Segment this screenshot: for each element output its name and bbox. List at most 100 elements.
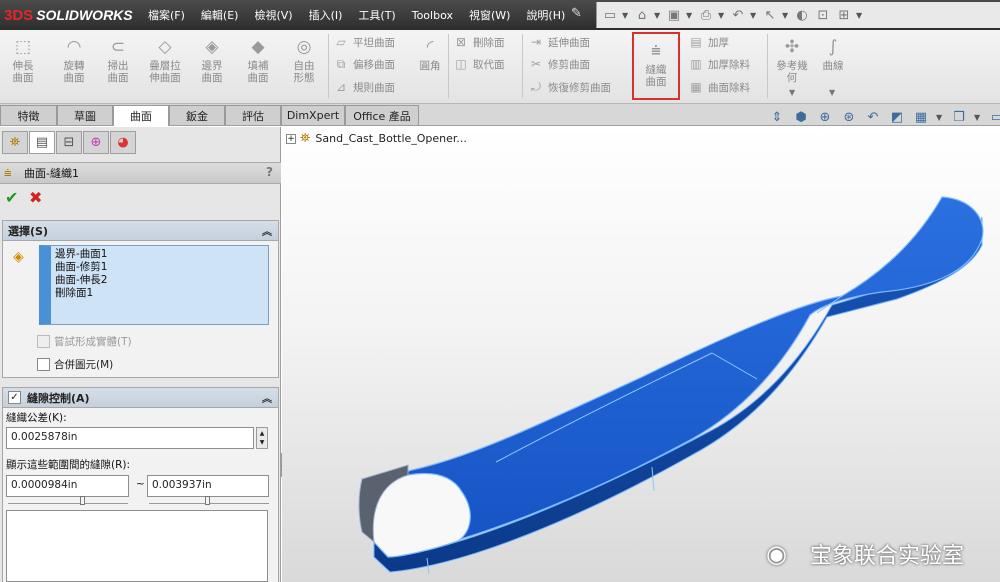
boundary-surface-button[interactable]: ◈ 邊界曲面 xyxy=(195,30,229,102)
surface-cut-button[interactable]: ▦ 曲面除料 xyxy=(688,77,750,97)
ok-button[interactable]: ✔ xyxy=(5,188,18,207)
undo-icon[interactable]: ↶ xyxy=(729,6,747,24)
chevron-down-icon[interactable]: ▼ xyxy=(974,113,982,122)
extruded-surface-button[interactable]: ⬚ 伸長曲面 xyxy=(6,30,40,102)
tab-surfaces[interactable]: 曲面 xyxy=(113,105,169,126)
zoom-to-fit-icon[interactable]: ⊕ xyxy=(816,108,834,126)
gap-control-checkbox[interactable]: ✓ xyxy=(8,391,21,404)
cancel-button[interactable]: ✖ xyxy=(29,188,42,207)
merge-entities-option[interactable]: 合併圖元(M) xyxy=(37,356,113,372)
dimxpert-manager-tab[interactable]: ⊕ xyxy=(83,131,109,154)
new-document-icon[interactable]: ▭ xyxy=(601,6,619,24)
planar-surface-button[interactable]: ▱ 平坦曲面 xyxy=(333,32,395,52)
menu-edit[interactable]: 編輯(E) xyxy=(193,7,247,23)
lofted-surface-button[interactable]: ◇ 疊層拉伸曲面 xyxy=(145,30,185,102)
merge-entities-checkbox[interactable] xyxy=(37,357,50,371)
menu-file[interactable]: 檔案(F) xyxy=(140,7,193,23)
revolved-surface-button[interactable]: ◠ 旋轉曲面 xyxy=(57,30,91,102)
thickened-cut-button[interactable]: ▥ 加厚除料 xyxy=(688,54,750,74)
chevron-down-icon[interactable]: ▼ xyxy=(654,11,662,20)
gap-list[interactable] xyxy=(6,510,268,582)
list-item[interactable]: 曲面-伸長2 xyxy=(55,274,268,287)
pin-icon[interactable]: ✎ xyxy=(571,6,582,21)
thicken-button[interactable]: ▤ 加厚 xyxy=(688,32,729,52)
chevron-down-icon[interactable]: ▼ xyxy=(622,11,630,20)
open-folder-icon[interactable]: ⌂ xyxy=(633,6,651,24)
chevron-down-icon[interactable]: ▼ xyxy=(782,11,790,20)
chevron-down-icon[interactable]: ▼ xyxy=(718,11,726,20)
tab-evaluate[interactable]: 評估 xyxy=(225,105,281,125)
ruled-surface-button[interactable]: ⊿ 規則曲面 xyxy=(333,77,395,97)
swept-surface-button[interactable]: ⊂ 掃出曲面 xyxy=(101,30,135,102)
tab-office-products[interactable]: Office 產品 xyxy=(345,105,419,125)
collapse-icon[interactable]: ︽ xyxy=(262,390,272,405)
freeform-button[interactable]: ◎ 自由形態 xyxy=(286,30,322,102)
spin-up-icon[interactable]: ▲ xyxy=(260,429,265,438)
tab-features[interactable]: 特徵 xyxy=(0,105,57,125)
display-style-icon[interactable]: ⬢ xyxy=(792,108,810,126)
gap-min-slider-thumb[interactable] xyxy=(80,496,85,505)
tolerance-spinner[interactable]: ▲ ▼ xyxy=(256,427,268,449)
chevron-down-icon[interactable]: ▼ xyxy=(856,11,864,20)
selected-surfaces-list[interactable]: 邊界-曲面1 曲面-修剪1 曲面-伸長2 刪除面1 xyxy=(39,245,269,325)
chevron-down-icon[interactable]: ▼ xyxy=(686,11,694,20)
tab-dimxpert[interactable]: DimXpert xyxy=(281,105,345,125)
previous-view-icon[interactable]: ↶ xyxy=(864,108,882,126)
graphics-area[interactable]: + ⛯ Sand_Cast_Bottle_Opener... ◉ 宝象联合实验室 xyxy=(282,127,1000,582)
selections-group-header[interactable]: 選擇(S) ︽ xyxy=(3,221,278,241)
display-manager-tab[interactable]: ◕ xyxy=(110,131,136,154)
zoom-to-area-icon[interactable]: ⊛ xyxy=(840,108,858,126)
trim-surface-button[interactable]: ✂ 修剪曲面 xyxy=(528,54,590,74)
bottle-opener-model[interactable] xyxy=(282,127,1000,582)
section-view-icon[interactable]: ◩ xyxy=(888,108,906,126)
tab-sketch[interactable]: 草圖 xyxy=(57,105,113,125)
options-icon[interactable]: ⊞ xyxy=(835,6,853,24)
try-form-solid-option[interactable]: 嘗試形成實體(T) xyxy=(37,333,132,349)
delete-face-button[interactable]: ⊠ 刪除面 xyxy=(453,32,505,52)
chevron-down-icon[interactable]: ▼ xyxy=(936,113,944,122)
menu-view[interactable]: 檢視(V) xyxy=(246,7,300,23)
spin-down-icon[interactable]: ▼ xyxy=(260,438,265,447)
knit-tolerance-input[interactable]: 0.0025878in xyxy=(6,427,254,449)
list-item[interactable]: 邊界-曲面1 xyxy=(55,248,268,261)
tab-sheet-metal[interactable]: 鈑金 xyxy=(169,105,225,125)
hide-show-items-icon[interactable]: ❒ xyxy=(950,108,968,126)
list-item[interactable]: 刪除面1 xyxy=(55,287,268,300)
select-cursor-icon[interactable]: ↖ xyxy=(761,6,779,24)
file-properties-icon[interactable]: ⊡ xyxy=(814,6,832,24)
filled-surface-button[interactable]: ◆ 填補曲面 xyxy=(241,30,275,102)
rebuild-icon[interactable]: ◐ xyxy=(793,6,811,24)
extend-surface-button[interactable]: ⇥ 延伸曲面 xyxy=(528,32,590,52)
view-orientation-icon[interactable]: ⇕ xyxy=(768,108,786,126)
collapse-icon[interactable]: ︽ xyxy=(262,223,272,238)
chevron-down-icon[interactable]: ▼ xyxy=(829,88,835,97)
menu-tools[interactable]: 工具(T) xyxy=(350,7,403,23)
gap-min-slider[interactable] xyxy=(8,494,128,504)
replace-face-button[interactable]: ◫ 取代面 xyxy=(453,54,504,74)
menu-insert[interactable]: 插入(I) xyxy=(301,7,351,23)
knit-surface-button[interactable]: ⩧ 縫織曲面 xyxy=(632,32,680,100)
chevron-down-icon[interactable]: ▼ xyxy=(750,11,758,20)
chevron-down-icon[interactable]: ▼ xyxy=(789,88,795,97)
revolved-surface-icon: ◠ xyxy=(66,37,82,57)
gap-max-slider-thumb[interactable] xyxy=(205,496,210,505)
configuration-manager-tab[interactable]: ⊟ xyxy=(56,131,82,154)
fillet-button[interactable]: ◜ 圓角 xyxy=(413,30,447,102)
list-item[interactable]: 曲面-修剪1 xyxy=(55,261,268,274)
menu-window[interactable]: 視窗(W) xyxy=(461,7,518,23)
gap-control-header[interactable]: ✓ 縫隙控制(A) ︽ xyxy=(3,388,278,408)
menu-help[interactable]: 說明(H) xyxy=(518,7,573,23)
try-form-solid-checkbox[interactable] xyxy=(37,334,50,348)
monitor-icon[interactable]: ▭ xyxy=(988,108,1000,126)
save-icon[interactable]: ▣ xyxy=(665,6,683,24)
offset-surface-button[interactable]: ⧉ 偏移曲面 xyxy=(333,54,395,74)
filled-surface-icon: ◆ xyxy=(251,37,265,57)
untrim-surface-button[interactable]: ⤾ 恢復修剪曲面 xyxy=(528,77,611,97)
print-icon[interactable]: ⎙ xyxy=(697,6,715,24)
property-manager-tab[interactable]: ▤ xyxy=(29,131,55,154)
feature-manager-tab[interactable]: ⛯ xyxy=(2,131,28,154)
menu-toolbox[interactable]: Toolbox xyxy=(404,9,461,22)
view-settings-icon[interactable]: ▦ xyxy=(912,108,930,126)
solidworks-logo[interactable]: 3DS SOLIDWORKS xyxy=(4,3,133,27)
help-icon[interactable]: ? xyxy=(266,165,273,179)
